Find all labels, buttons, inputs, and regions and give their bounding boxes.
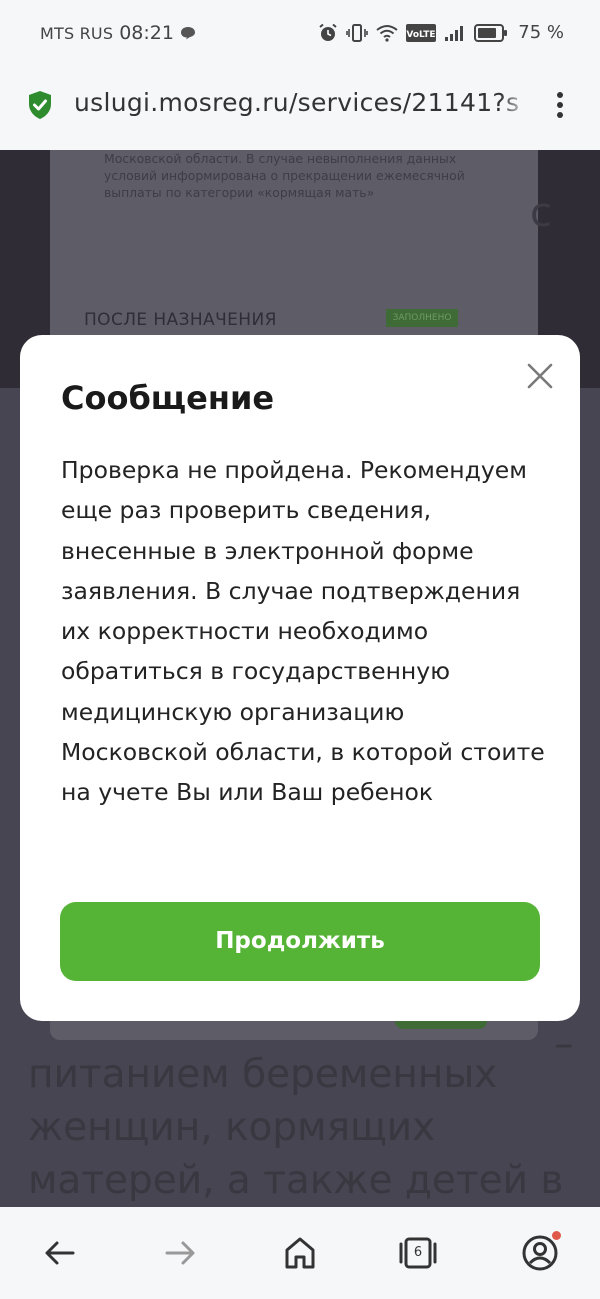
status-bar: MTS RUS 08:21 VoLTE 75 % xyxy=(0,0,600,68)
chat-icon xyxy=(180,27,195,40)
kebab-dot xyxy=(557,92,563,98)
signal-icon xyxy=(445,25,464,41)
profile-button[interactable] xyxy=(520,1231,561,1273)
url-field[interactable]: uslugi.mosreg.ru/services/21141?s xyxy=(74,88,526,117)
section-heading: ПОСЛЕ НАЗНАЧЕНИЯ xyxy=(84,310,277,330)
carrier-name: MTS RUS xyxy=(40,23,114,43)
back-arrow-icon[interactable] xyxy=(40,1233,80,1273)
battery-icon xyxy=(474,23,508,42)
shield-icon[interactable] xyxy=(27,90,53,120)
wifi-icon xyxy=(376,24,398,42)
home-icon[interactable] xyxy=(280,1233,320,1273)
clock: 08:21 xyxy=(119,22,174,44)
alarm-icon xyxy=(319,23,337,41)
vibrate-icon xyxy=(346,23,369,42)
dialog-message: Проверка не пройдена. Рекомендуем еще ра… xyxy=(61,456,545,807)
status-right: VoLTE 75 % xyxy=(318,22,564,43)
tabs-button[interactable]: 6 xyxy=(398,1233,438,1273)
browser-address-bar: uslugi.mosreg.ru/services/21141?s xyxy=(0,68,600,150)
message-dialog: Сообщение Проверка не пройдена. Рекоменд… xyxy=(20,335,580,1021)
status-left: MTS RUS 08:21 xyxy=(40,22,196,44)
url-fade xyxy=(500,84,530,124)
dialog-title: Сообщение xyxy=(61,379,275,417)
forward-arrow-icon[interactable] xyxy=(160,1233,200,1273)
svg-text:VoLTE: VoLTE xyxy=(407,30,436,40)
browser-bottom-nav: 6 xyxy=(0,1207,600,1299)
continue-button[interactable]: Продолжить xyxy=(60,902,540,981)
close-icon[interactable] xyxy=(525,361,555,391)
tabs-count: 6 xyxy=(413,1245,423,1260)
page-bottom-text: питанием беременных женщин, кормящих мат… xyxy=(28,1052,564,1203)
kebab-dot xyxy=(557,102,563,108)
section-badge: ЗАПОЛНЕНО xyxy=(386,309,458,327)
page-card-text: Московской области. В случае невыполнени… xyxy=(104,151,465,200)
kebab-menu-icon[interactable] xyxy=(548,88,572,124)
notification-dot xyxy=(552,1231,561,1240)
battery-percentage: 75 % xyxy=(518,22,564,43)
volte-icon: VoLTE xyxy=(406,23,437,42)
kebab-dot xyxy=(557,112,563,118)
page-side-letter: с xyxy=(530,190,552,236)
